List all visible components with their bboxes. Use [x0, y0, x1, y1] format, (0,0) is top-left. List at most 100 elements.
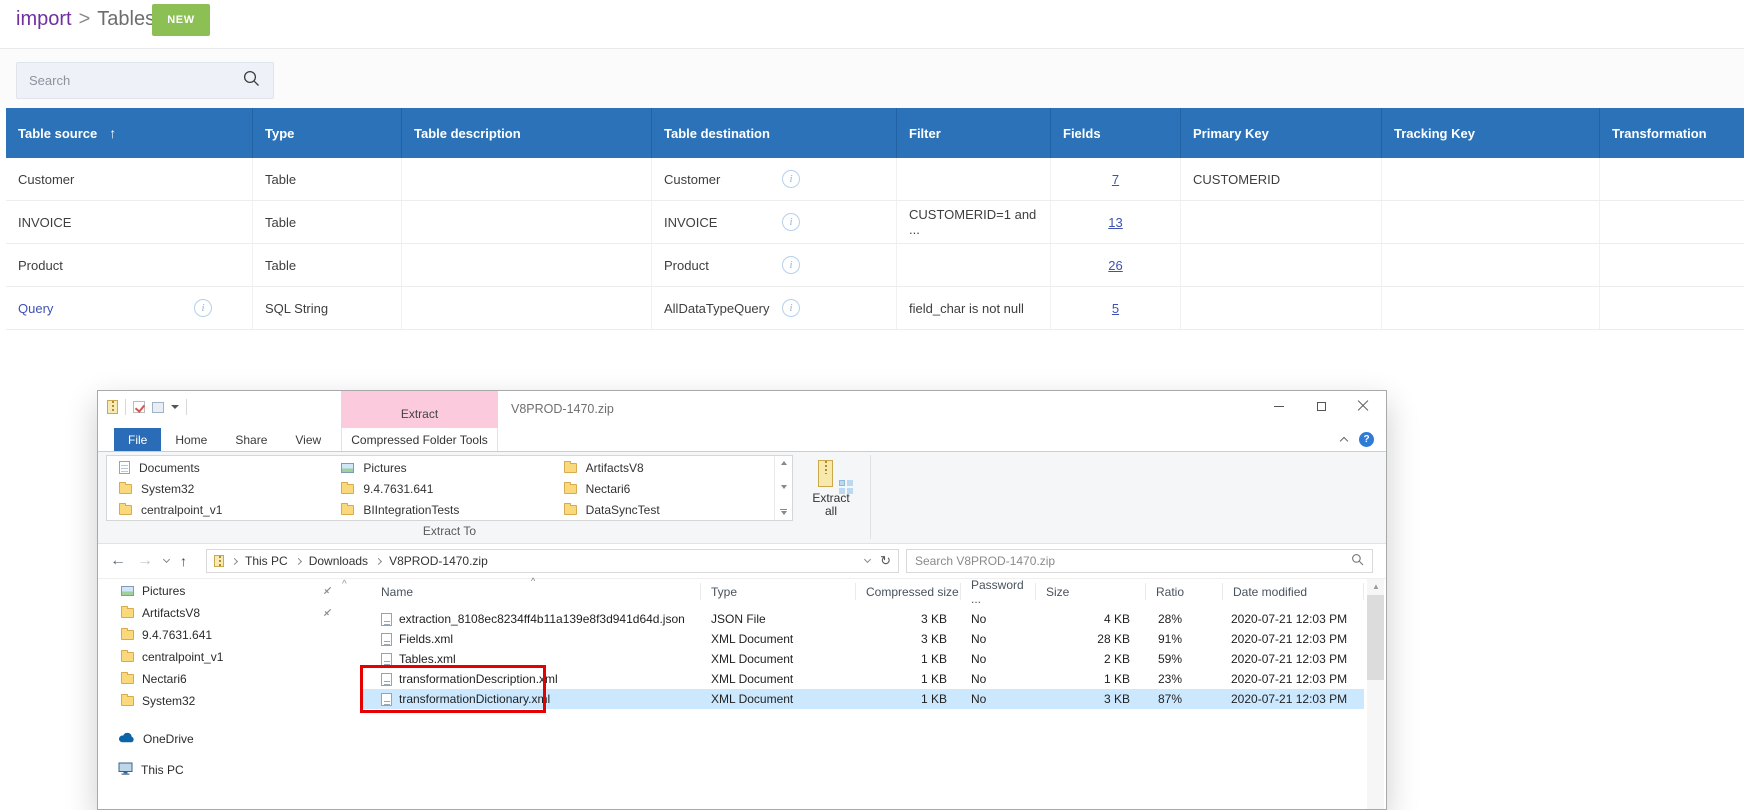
destination-item-pictures[interactable]: Pictures — [329, 457, 551, 478]
breadcrumb-chevron-icon[interactable] — [375, 557, 382, 564]
forward-icon: → — [137, 552, 153, 570]
column-header-filter[interactable]: Filter — [897, 108, 1051, 158]
fields-count-link[interactable]: 5 — [1112, 301, 1119, 316]
breadcrumb-chevron-icon[interactable] — [295, 557, 302, 564]
tab-share[interactable]: Share — [221, 428, 281, 451]
expand-gallery-icon[interactable] — [780, 509, 787, 515]
sidebar-item-centralpoint[interactable]: centralpoint_v1 — [98, 647, 361, 667]
cell-type: Table — [253, 201, 402, 243]
address-dropdown-icon[interactable] — [864, 556, 871, 563]
back-icon[interactable]: ← — [110, 552, 126, 570]
title-bar[interactable]: Extract V8PROD-1470.zip — [98, 391, 1386, 428]
address-crumb-this-pc[interactable]: This PC — [245, 554, 288, 568]
column-header-tracking-key[interactable]: Tracking Key — [1382, 108, 1600, 158]
cell-fields: 7 — [1051, 158, 1181, 200]
column-header-fields[interactable]: Fields — [1051, 108, 1181, 158]
scroll-up-icon[interactable] — [781, 461, 787, 465]
destination-item-artifactsv8[interactable]: ArtifactsV8 — [552, 457, 774, 478]
sidebar-item-version-folder[interactable]: 9.4.7631.641 — [98, 625, 361, 645]
sidebar-item-nectari6[interactable]: Nectari6 — [98, 669, 361, 689]
column-header-table-destination[interactable]: Table destination — [652, 108, 897, 158]
column-header-type[interactable]: Type — [253, 108, 402, 158]
scrollbar-up-icon[interactable]: ▲ — [1372, 582, 1380, 591]
fields-count-link[interactable]: 13 — [1108, 215, 1122, 230]
tables-grid: Table source↑ Type Table description Tab… — [6, 108, 1744, 330]
cell-filter: CUSTOMERID=1 and ... — [897, 201, 1051, 243]
fields-count-link[interactable]: 7 — [1112, 172, 1119, 187]
sidebar-item-this-pc[interactable]: This PC — [98, 760, 361, 780]
destination-item-centralpoint[interactable]: centralpoint_v1 — [107, 499, 329, 520]
sidebar-item-artifactsv8[interactable]: ArtifactsV8 — [98, 603, 361, 623]
destination-item-biintegrationtests[interactable]: BIIntegrationTests — [329, 499, 551, 520]
tab-file[interactable]: File — [114, 428, 161, 451]
address-crumb-downloads[interactable]: Downloads — [309, 554, 368, 568]
destination-item-nectari6[interactable]: Nectari6 — [552, 478, 774, 499]
tab-compressed-folder-tools[interactable]: Compressed Folder Tools — [341, 428, 498, 451]
table-row[interactable]: Customer Table Customer i 7 CUSTOMERID — [6, 158, 1744, 201]
address-crumb-zip[interactable]: V8PROD-1470.zip — [389, 554, 488, 568]
table-row[interactable]: Product Table Product i 26 — [6, 244, 1744, 287]
explorer-search-input[interactable]: Search V8PROD-1470.zip — [906, 549, 1373, 573]
properties-icon[interactable] — [133, 401, 145, 413]
column-header-transformation[interactable]: Transformation — [1600, 108, 1744, 158]
sidebar-item-pictures[interactable]: Pictures — [98, 581, 361, 601]
scrollbar-thumb[interactable] — [1367, 595, 1384, 680]
app-header: import>Tables NEW — [0, 0, 1744, 48]
explorer-search-icon[interactable] — [1351, 553, 1364, 569]
tab-view[interactable]: View — [281, 428, 335, 451]
folder-icon — [564, 505, 577, 515]
breadcrumb-section[interactable]: import — [16, 8, 72, 30]
collapse-ribbon-icon[interactable] — [1340, 437, 1348, 445]
recent-locations-icon[interactable] — [163, 556, 170, 563]
folder-icon — [121, 630, 134, 640]
refresh-icon[interactable]: ↻ — [880, 553, 891, 569]
column-header-table-description[interactable]: Table description — [402, 108, 652, 158]
contextual-tab-extract[interactable]: Extract — [341, 391, 498, 428]
breadcrumb-chevron-icon[interactable] — [231, 557, 238, 564]
destination-item-documents[interactable]: Documents — [107, 457, 329, 478]
destination-item-datasynctest[interactable]: DataSyncTest — [552, 499, 774, 520]
info-icon[interactable]: i — [782, 299, 800, 317]
close-button[interactable] — [1342, 391, 1384, 421]
table-row[interactable]: INVOICE Table INVOICE i CUSTOMERID=1 and… — [6, 201, 1744, 244]
info-icon[interactable]: i — [782, 213, 800, 231]
scroll-down-icon[interactable] — [781, 485, 787, 489]
search-icon[interactable] — [242, 69, 261, 93]
destination-item-system32[interactable]: System32 — [107, 478, 329, 499]
info-icon[interactable]: i — [782, 170, 800, 188]
sidebar-item-system32[interactable]: System32 — [98, 691, 361, 711]
sidebar-item-onedrive[interactable]: OneDrive — [98, 729, 361, 749]
search-input[interactable]: Search — [16, 62, 274, 99]
new-folder-icon[interactable] — [152, 402, 164, 413]
query-link[interactable]: Query — [18, 301, 53, 316]
destination-item-version[interactable]: 9.4.7631.641 — [329, 478, 551, 499]
column-header-compressed-size[interactable]: Compressed size — [856, 583, 961, 600]
maximize-button[interactable] — [1300, 391, 1342, 421]
help-icon[interactable]: ? — [1359, 432, 1374, 447]
search-placeholder: Search — [29, 73, 242, 88]
column-header-size[interactable]: Size — [1036, 583, 1146, 600]
info-icon[interactable]: i — [782, 256, 800, 274]
tab-home[interactable]: Home — [161, 428, 221, 451]
file-row-json[interactable]: extraction_8108ec8234ff4b11a139e8f3d941d… — [361, 609, 1364, 629]
column-header-table-source[interactable]: Table source↑ — [6, 108, 253, 158]
minimize-button[interactable] — [1258, 391, 1300, 421]
extract-all-label: Extract all — [812, 492, 849, 518]
column-header-ratio[interactable]: Ratio — [1146, 583, 1223, 600]
info-icon[interactable]: i — [194, 299, 212, 317]
address-bar[interactable]: This PC Downloads V8PROD-1470.zip ↻ — [206, 549, 899, 573]
vertical-scrollbar[interactable]: ▲ — [1367, 579, 1384, 809]
fields-count-link[interactable]: 26 — [1108, 258, 1122, 273]
customize-toolbar-icon[interactable] — [171, 405, 179, 409]
column-header-password[interactable]: Password ... — [961, 583, 1036, 600]
up-icon[interactable]: ↑ — [180, 553, 187, 569]
extract-all-button[interactable]: Extract all — [801, 456, 861, 540]
table-row[interactable]: Query i SQL String AllDataTypeQuery i fi… — [6, 287, 1744, 330]
cell-table-description — [402, 287, 652, 329]
column-header-primary-key[interactable]: Primary Key — [1181, 108, 1382, 158]
column-header-type[interactable]: Type — [701, 583, 856, 600]
sort-ascending-icon[interactable]: ↑ — [109, 125, 116, 141]
new-button[interactable]: NEW — [152, 4, 210, 36]
column-header-date-modified[interactable]: Date modified — [1223, 583, 1364, 600]
file-row-fields-xml[interactable]: Fields.xml XML Document 3 KB No 28 KB 91… — [361, 629, 1364, 649]
